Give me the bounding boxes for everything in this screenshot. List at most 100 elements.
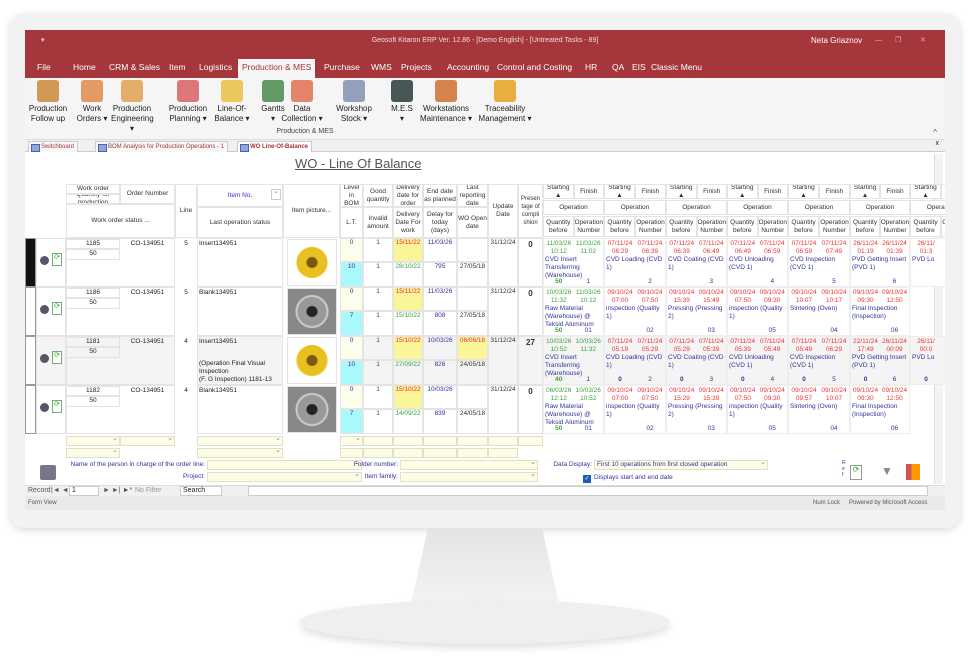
ribbon-button-production[interactable]: Production Planning ▾ <box>167 80 209 124</box>
ribbon-button-workshop[interactable]: Workshop Stock ▾ <box>333 80 375 124</box>
good-quantity: 1 <box>363 336 393 360</box>
order-number: CO-134951 <box>130 289 165 296</box>
refresh-document-icon[interactable]: ⟳ <box>52 400 62 413</box>
filter-input[interactable] <box>197 448 283 458</box>
operation-number: 05 <box>768 425 776 432</box>
filter-input[interactable] <box>518 436 543 446</box>
invalid-amount: 1 <box>363 262 393 287</box>
menu-tab-purchase[interactable]: Purchase <box>320 59 364 78</box>
menu-tab-qa[interactable]: QA <box>608 59 628 78</box>
restore-button[interactable]: ❐ <box>895 30 901 52</box>
operation-start: 10/03/26 11:32 <box>546 289 572 304</box>
record-selector[interactable] <box>25 287 36 336</box>
production-quantity: 50 <box>66 249 120 260</box>
doc-tab-1[interactable]: BOM Analysis for Production Operations -… <box>95 141 229 152</box>
ribbon-button-line-of-[interactable]: Line-Of- Balance ▾ <box>211 80 253 124</box>
filter-input[interactable] <box>457 448 488 458</box>
item-number: Insert134951 <box>199 338 237 345</box>
filter-input[interactable] <box>488 436 518 446</box>
settings-icon[interactable] <box>40 305 49 314</box>
filter-input[interactable] <box>66 436 120 446</box>
menu-tab-control-and-costing[interactable]: Control and Costing <box>493 59 576 78</box>
filter-input[interactable] <box>363 448 393 458</box>
menu-tab-home[interactable]: Home <box>69 59 100 78</box>
filter-input[interactable] <box>423 448 457 458</box>
filter-input[interactable] <box>340 448 363 458</box>
record-selector[interactable] <box>25 238 36 287</box>
menu-tab-logistics[interactable]: Logistics <box>195 59 236 78</box>
header-delay: Delay for today (days) <box>423 207 457 238</box>
quick-access-button[interactable]: ▾ <box>41 30 45 52</box>
filter-input[interactable] <box>457 436 488 446</box>
operation-number: 06 <box>890 327 899 334</box>
settings-icon[interactable] <box>40 256 49 265</box>
minimize-button[interactable]: — <box>875 30 882 52</box>
header-end-date: End date as planned <box>423 184 457 207</box>
menu-tab-production-mes[interactable]: Production & MES <box>238 59 316 78</box>
work-order-number: 1186 <box>66 288 120 298</box>
ribbon-button-production[interactable]: Production Engineering ▾ <box>111 80 154 134</box>
ribbon-button-workstations[interactable]: Workstations Maintenance ▾ <box>415 80 477 124</box>
operation-start: 26/11/24 01:19 <box>853 240 878 255</box>
doc-tab-0[interactable]: Switchboard <box>28 141 79 152</box>
menu-tab-item[interactable]: Item <box>165 59 190 78</box>
data-collection-icon <box>291 80 313 102</box>
filter-input[interactable] <box>340 436 363 446</box>
search-input[interactable]: Search <box>180 486 222 496</box>
refresh-document-icon[interactable]: ⟳ <box>52 351 62 364</box>
horizontal-scrollbar[interactable] <box>248 486 928 496</box>
refresh-icon[interactable]: ⟳ <box>850 465 862 480</box>
header-finish: Finish <box>757 184 788 199</box>
exit-icon[interactable] <box>906 464 920 480</box>
filter-input[interactable] <box>393 448 423 458</box>
filter-input[interactable] <box>66 448 120 458</box>
settings-icon[interactable] <box>40 403 49 412</box>
record-selector[interactable] <box>25 385 36 434</box>
data-display-select[interactable]: First 10 operations from first closed op… <box>594 460 768 470</box>
first-record-button[interactable]: |◄ ◄ <box>51 487 69 494</box>
ribbon-button-work[interactable]: Work Orders ▾ <box>71 80 113 124</box>
menu-tab-classic-menu[interactable]: Classic Menu <box>647 59 706 78</box>
operation-finish: 07/11/24 06:59 <box>759 240 785 255</box>
operation-name: CVD Insert Transferring (Warehouse) <box>545 256 583 279</box>
ribbon-button-label: Line-Of- Balance ▾ <box>214 104 250 123</box>
delivery-date-work: 27/09/22 <box>393 360 423 385</box>
operation-start: 22/11/24 17:49 <box>853 338 878 353</box>
collapse-ribbon-button[interactable]: ^ <box>933 128 937 137</box>
record-selector[interactable] <box>25 336 36 385</box>
item-family-select[interactable] <box>400 472 538 482</box>
refresh-document-icon[interactable]: ⟳ <box>52 302 62 315</box>
operation-number: 01 <box>584 327 592 334</box>
menu-tab-accounting[interactable]: Accounting <box>443 59 493 78</box>
doc-tab-2[interactable]: WO Line-Of-Balance <box>237 141 313 152</box>
record-number-input[interactable]: 1 <box>69 486 99 496</box>
menu-tab-projects[interactable]: Projects <box>397 59 436 78</box>
filter-input[interactable] <box>120 436 175 446</box>
refresh-document-icon[interactable]: ⟳ <box>52 253 62 266</box>
filter-icon[interactable]: ▼ <box>880 464 894 480</box>
header-last-op-status: Last operation status <box>197 207 283 238</box>
settings-icon[interactable] <box>40 354 49 363</box>
filter-input[interactable] <box>363 436 393 446</box>
close-button[interactable]: ✕ <box>920 30 926 52</box>
menu-tab-file[interactable]: File <box>33 59 55 78</box>
close-document-button[interactable]: x <box>936 140 940 147</box>
operation-finish: 07/11/24 05:49 <box>759 338 785 353</box>
no-filter-button[interactable]: No Filter <box>135 487 161 494</box>
menu-tab-hr[interactable]: HR <box>581 59 601 78</box>
filter-input[interactable] <box>393 436 423 446</box>
user-name[interactable]: Neta Griaznov <box>811 30 862 52</box>
filter-input[interactable] <box>197 436 283 446</box>
ribbon-button-production[interactable]: Production Follow up <box>25 80 71 124</box>
operation-start: 26/11/ 01:3 <box>917 240 935 255</box>
filter-input[interactable] <box>488 448 518 458</box>
ribbon-button-data[interactable]: Data Collection ▾ <box>281 80 323 124</box>
menu-tab-crm-sales[interactable]: CRM & Sales <box>105 59 164 78</box>
folder-number-select[interactable] <box>400 460 538 470</box>
next-record-button[interactable]: ► ►| ►* <box>103 487 132 494</box>
filter-input[interactable] <box>423 436 457 446</box>
operation-number: 06 <box>890 425 899 432</box>
menu-tab-wms[interactable]: WMS <box>367 59 396 78</box>
displays-dates-checkbox[interactable]: ✓ <box>583 475 591 483</box>
ribbon-button-traceability[interactable]: Traceability Management ▾ <box>477 80 533 124</box>
